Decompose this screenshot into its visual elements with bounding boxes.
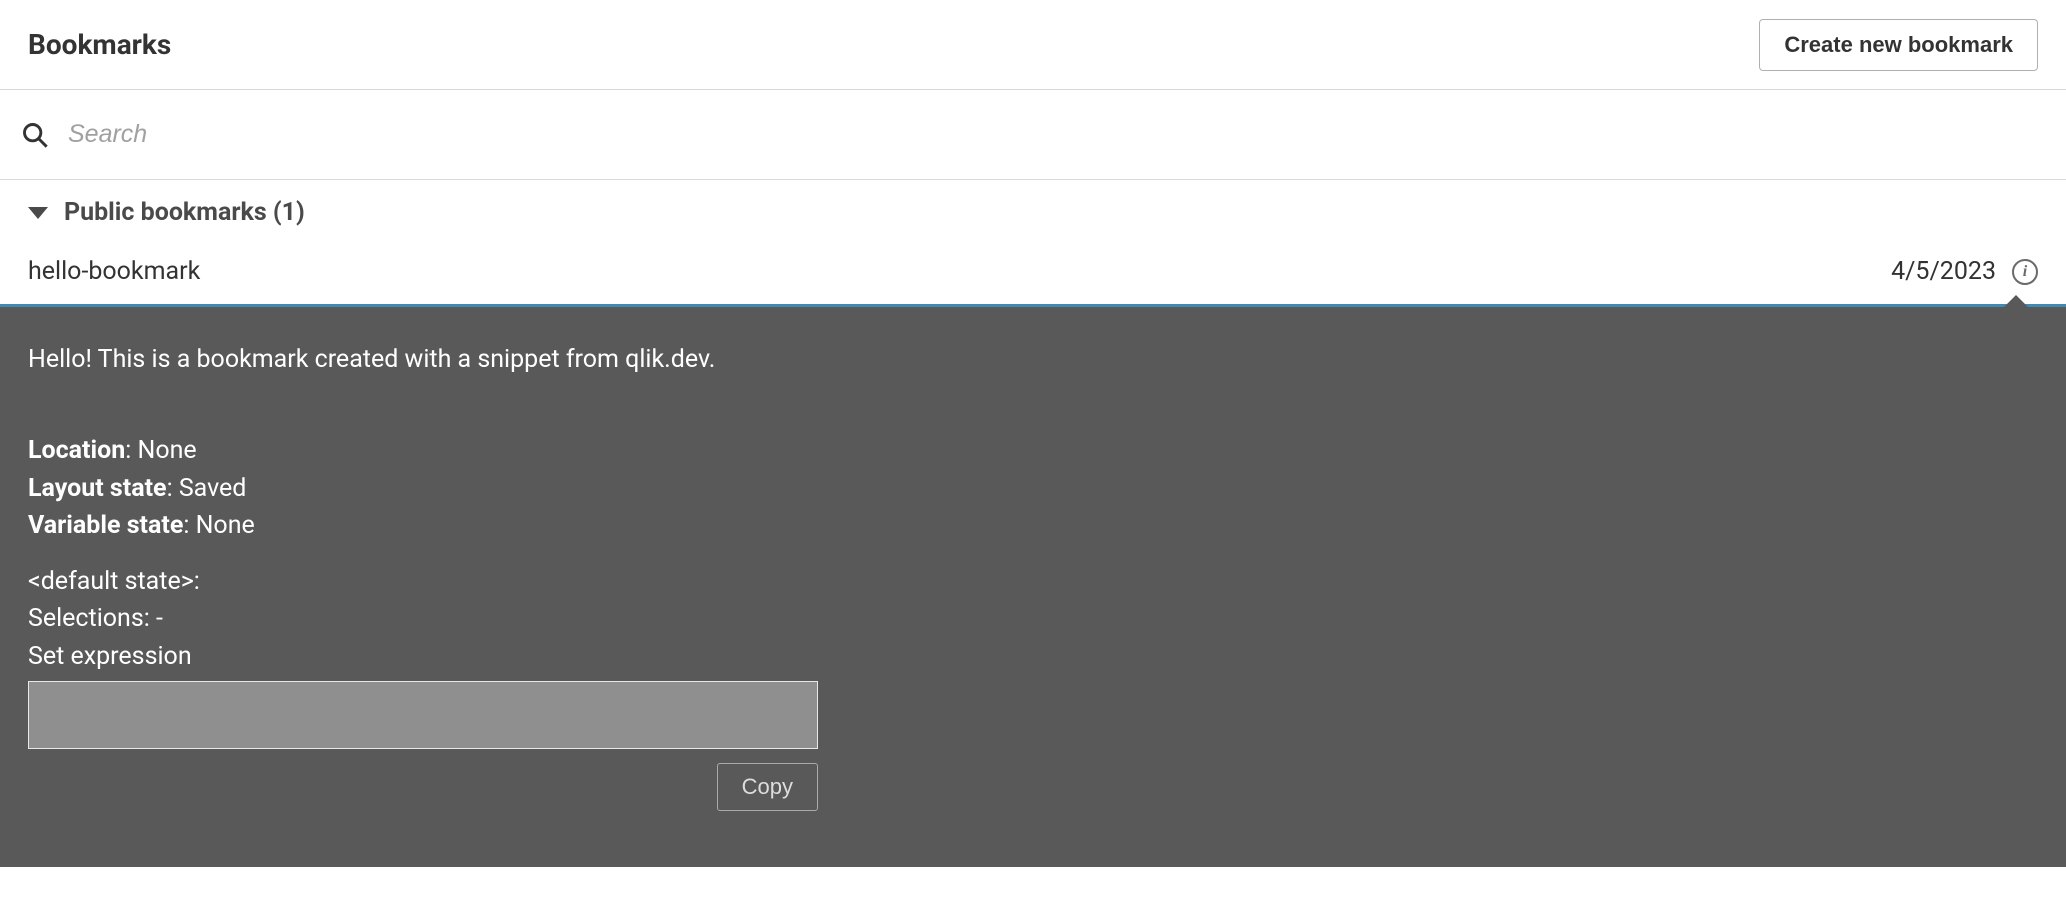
- bookmark-row[interactable]: hello-bookmark 4/5/2023 i: [0, 239, 2066, 304]
- location-value: : None: [125, 436, 196, 465]
- set-expression-input[interactable]: [28, 681, 818, 749]
- bookmark-name: hello-bookmark: [28, 257, 200, 286]
- search-bar: [0, 90, 2066, 180]
- bookmark-date: 4/5/2023: [1891, 257, 1996, 286]
- copy-button[interactable]: Copy: [717, 763, 818, 811]
- bookmark-meta: 4/5/2023 i: [1891, 257, 2038, 286]
- variable-state-value: : None: [183, 511, 254, 540]
- default-state-colon: :: [194, 567, 200, 596]
- bookmark-description: Hello! This is a bookmark created with a…: [28, 345, 2038, 374]
- bookmark-detail-panel: Hello! This is a bookmark created with a…: [0, 307, 2066, 867]
- info-icon[interactable]: i: [2012, 259, 2038, 285]
- bookmark-properties: Location: None Layout state: Saved Varia…: [28, 432, 2038, 545]
- section-header-public-bookmarks[interactable]: Public bookmarks (1): [0, 180, 2066, 239]
- layout-state-label: Layout state: [28, 474, 167, 503]
- section-title: Public bookmarks (1): [64, 198, 305, 227]
- caret-down-icon: [28, 207, 48, 219]
- variable-state-label: Variable state: [28, 511, 183, 540]
- layout-state-value: : Saved: [167, 474, 247, 503]
- search-input[interactable]: [68, 120, 2046, 149]
- search-icon: [20, 120, 50, 150]
- page-title: Bookmarks: [28, 28, 171, 61]
- default-state-block: <default state>: Selections: - Set expre…: [28, 563, 2038, 812]
- create-bookmark-button[interactable]: Create new bookmark: [1759, 19, 2038, 71]
- set-expression-label: Set expression: [28, 638, 2038, 676]
- default-state-label: <default state>: [28, 567, 194, 596]
- header-bar: Bookmarks Create new bookmark: [0, 0, 2066, 90]
- selections-text: Selections: -: [28, 600, 2038, 638]
- location-label: Location: [28, 436, 125, 465]
- panel-pointer-icon: [2002, 295, 2030, 309]
